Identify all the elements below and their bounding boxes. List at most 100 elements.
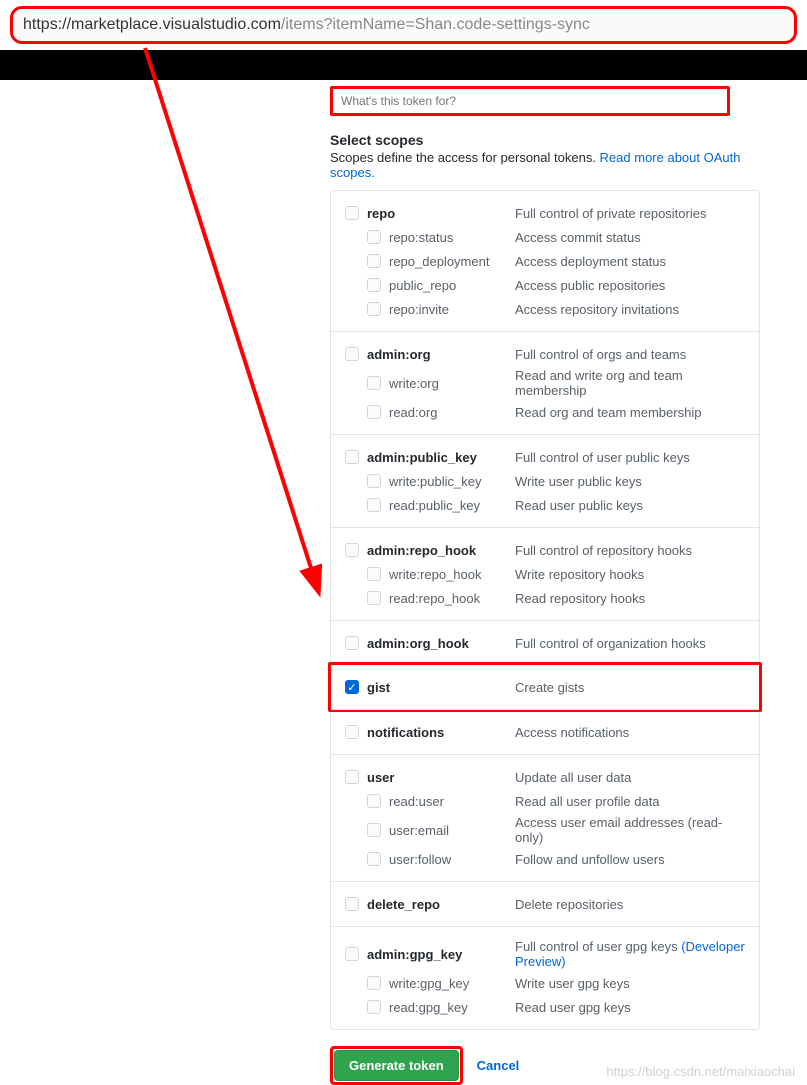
header-strip (0, 50, 807, 80)
scope-description: Access commit status (515, 230, 745, 245)
scope-label: repo:invite (389, 302, 449, 317)
scope-group-admin-org-hook: admin:org_hook Full control of organizati… (331, 620, 759, 665)
scope-description: Access user email addresses (read-only) (515, 815, 745, 845)
scope-checkbox[interactable] (367, 567, 381, 581)
scope-description: Full control of organization hooks (515, 636, 745, 651)
scope-label: repo:status (389, 230, 453, 245)
cancel-link[interactable]: Cancel (477, 1058, 520, 1073)
scope-checkbox[interactable] (345, 543, 359, 557)
scope-checkbox[interactable] (367, 474, 381, 488)
scope-group-notifications: notifications Access notifications (331, 709, 759, 754)
generate-token-highlight: Generate token (330, 1046, 463, 1085)
scope-checkbox[interactable] (367, 254, 381, 268)
scope-description: Full control of repository hooks (515, 543, 745, 558)
scopes-table: repo Full control of private repositories… (330, 190, 760, 1030)
scope-checkbox[interactable] (367, 302, 381, 316)
scope-desc-link[interactable]: (Developer Preview) (515, 939, 745, 969)
url-path: /items?itemName=Shan.code-settings-sync (281, 16, 590, 34)
scope-label: write:public_key (389, 474, 482, 489)
scope-description: Update all user data (515, 770, 745, 785)
scope-group-gist: ✓ gist Create gists (328, 662, 762, 712)
scope-label: gist (367, 680, 390, 695)
scope-checkbox[interactable] (367, 498, 381, 512)
scope-checkbox[interactable] (345, 725, 359, 739)
form-actions: Generate token Cancel (330, 1046, 777, 1085)
scope-description: Read user gpg keys (515, 1000, 745, 1015)
scope-description: Delete repositories (515, 897, 745, 912)
scopes-description: Scopes define the access for personal to… (330, 150, 777, 180)
scope-description: Access deployment status (515, 254, 745, 269)
scope-group-user: user Update all user data read:user Read al… (331, 754, 759, 881)
token-note-field[interactable] (330, 86, 730, 116)
scope-label: read:org (389, 405, 437, 420)
scope-label: user (367, 770, 394, 785)
scope-group-admin-org: admin:org Full control of orgs and teams w… (331, 331, 759, 434)
scope-label: admin:public_key (367, 450, 477, 465)
scope-description: Full control of user gpg keys (Developer… (515, 939, 745, 969)
scope-label: admin:gpg_key (367, 947, 462, 962)
scope-checkbox[interactable] (367, 376, 381, 390)
scope-label: user:follow (389, 852, 451, 867)
scopes-desc-text: Scopes define the access for personal to… (330, 150, 600, 165)
scope-label: admin:org_hook (367, 636, 469, 651)
scope-label: read:repo_hook (389, 591, 480, 606)
scope-group-admin-public-key: admin:public_key Full control of user pub… (331, 434, 759, 527)
scope-description: Full control of orgs and teams (515, 347, 745, 362)
scope-checkbox[interactable] (345, 947, 359, 961)
scope-label: public_repo (389, 278, 456, 293)
scope-checkbox[interactable] (367, 852, 381, 866)
scope-checkbox[interactable] (345, 347, 359, 361)
scope-label: read:gpg_key (389, 1000, 468, 1015)
browser-url-bar[interactable]: https://marketplace.visualstudio.com/ite… (10, 6, 797, 44)
scope-group-delete-repo: delete_repo Delete repositories (331, 881, 759, 926)
scope-description: Write user public keys (515, 474, 745, 489)
scope-checkbox[interactable] (367, 794, 381, 808)
scope-description: Read repository hooks (515, 591, 745, 606)
scope-checkbox[interactable] (367, 278, 381, 292)
scope-description: Create gists (515, 680, 745, 695)
scope-label: read:public_key (389, 498, 480, 513)
scope-description: Read user public keys (515, 498, 745, 513)
scope-group-admin-repo-hook: admin:repo_hook Full control of repositor… (331, 527, 759, 620)
scope-label: write:org (389, 376, 439, 391)
scope-checkbox[interactable] (367, 230, 381, 244)
scope-label: admin:org (367, 347, 431, 362)
scope-checkbox[interactable] (367, 591, 381, 605)
token-note-input[interactable] (341, 89, 719, 113)
scope-description: Access public repositories (515, 278, 745, 293)
scope-checkbox[interactable] (345, 897, 359, 911)
scope-description: Access repository invitations (515, 302, 745, 317)
scope-label: notifications (367, 725, 444, 740)
scope-checkbox[interactable] (367, 1000, 381, 1014)
scope-label: write:gpg_key (389, 976, 469, 991)
scope-description: Read org and team membership (515, 405, 745, 420)
scope-group-admin-gpg-key: admin:gpg_key Full control of user gpg ke… (331, 926, 759, 1029)
scope-description: Write repository hooks (515, 567, 745, 582)
scope-description: Access notifications (515, 725, 745, 740)
scope-description: Write user gpg keys (515, 976, 745, 991)
scope-description: Read all user profile data (515, 794, 745, 809)
scope-label: write:repo_hook (389, 567, 482, 582)
scope-checkbox[interactable]: ✓ (345, 680, 359, 694)
scope-label: admin:repo_hook (367, 543, 476, 558)
scope-group-repo: repo Full control of private repositories… (331, 191, 759, 331)
url-domain: https://marketplace.visualstudio.com (23, 16, 281, 34)
scope-label: delete_repo (367, 897, 440, 912)
scope-checkbox[interactable] (345, 770, 359, 784)
scope-checkbox[interactable] (367, 405, 381, 419)
scope-checkbox[interactable] (345, 206, 359, 220)
scope-checkbox[interactable] (345, 450, 359, 464)
scope-label: user:email (389, 823, 449, 838)
scope-description: Full control of private repositories (515, 206, 745, 221)
generate-token-button[interactable]: Generate token (334, 1050, 459, 1081)
select-scopes-heading: Select scopes (330, 132, 777, 148)
scope-description: Full control of user public keys (515, 450, 745, 465)
scope-label: repo (367, 206, 395, 221)
scope-description: Read and write org and team membership (515, 368, 745, 398)
scope-label: read:user (389, 794, 444, 809)
scope-label: repo_deployment (389, 254, 489, 269)
scope-checkbox[interactable] (367, 976, 381, 990)
scope-checkbox[interactable] (345, 636, 359, 650)
scope-description: Follow and unfollow users (515, 852, 745, 867)
scope-checkbox[interactable] (367, 823, 381, 837)
